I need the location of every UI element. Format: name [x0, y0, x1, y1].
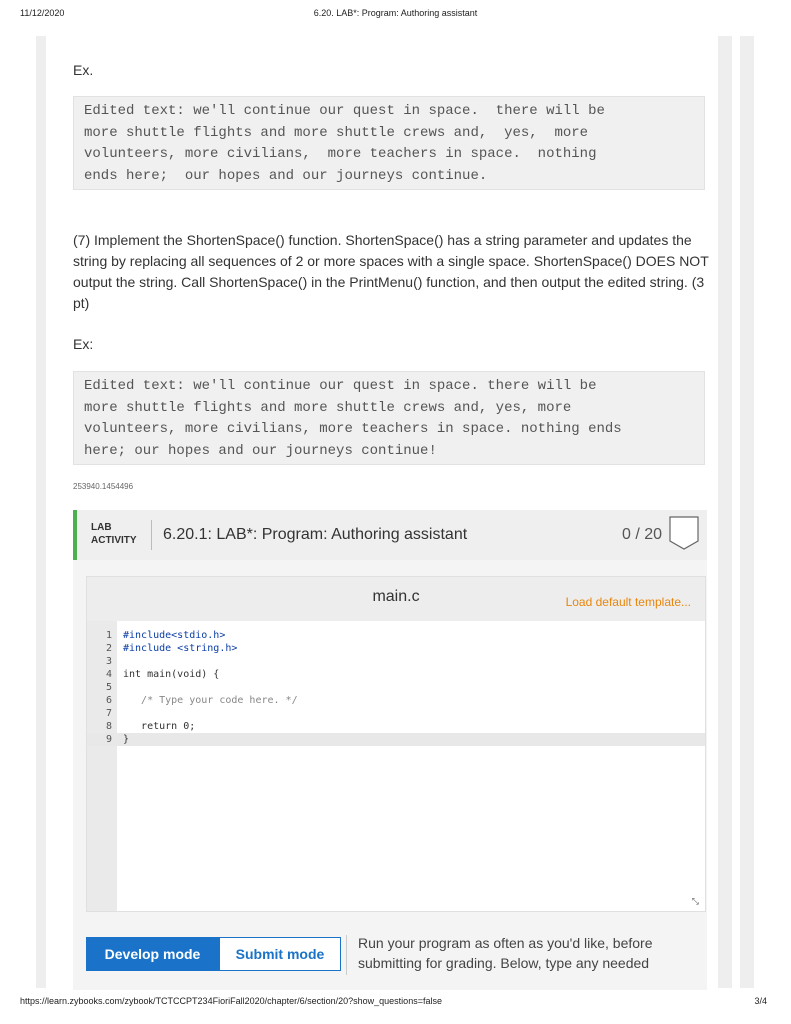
code-line[interactable]: 7: [87, 707, 705, 720]
run-instructions: Run your program as often as you'd like,…: [358, 935, 653, 971]
line-number: 7: [105, 708, 112, 719]
line-number: 3: [105, 656, 112, 667]
example-output-box: Edited text: we'll continue our quest in…: [73, 96, 705, 190]
line-number: 9: [105, 734, 112, 745]
print-url: https://learn.zybooks.com/zybook/TCTCCPT…: [20, 996, 442, 1006]
lab-title: 6.20.1: LAB*: Program: Authoring assista…: [163, 526, 468, 543]
right-page-gutter: [718, 36, 732, 988]
example-output-box: Edited text: we'll continue our quest in…: [73, 371, 705, 465]
line-text[interactable]: }: [123, 733, 129, 746]
line-text[interactable]: #include <string.h>: [123, 642, 237, 655]
line-number: 4: [105, 669, 112, 680]
line-text[interactable]: /* Type your code here. */: [123, 694, 298, 707]
code-line[interactable]: 6 /* Type your code here. */: [87, 694, 705, 707]
line-number: 2: [105, 643, 112, 654]
lab-tag-line: ACTIVITY: [91, 535, 137, 546]
code-editor[interactable]: main.c Load default template... 1 #includ…: [86, 576, 706, 912]
line-number: 8: [105, 721, 112, 732]
code-lines[interactable]: 1 #include<stdio.h> 2 #include <string.h> …: [87, 629, 705, 746]
header-divider: [151, 520, 152, 550]
code-line[interactable]: 8 return 0;: [87, 720, 705, 733]
code-token: #include <string.h>: [123, 643, 238, 654]
lab-activity: LAB ACTIVITY 6.20.1: LAB*: Program: Auth…: [73, 510, 707, 990]
code-line[interactable]: 5: [87, 681, 705, 694]
code-line-active[interactable]: 9}: [87, 733, 705, 746]
code-line[interactable]: 3: [87, 655, 705, 668]
line-number: 1: [105, 630, 112, 641]
line-text[interactable]: return 0;: [123, 720, 195, 733]
step-7-instructions: (7) Implement the ShortenSpace() functio…: [73, 232, 709, 311]
lab-score: 0 / 20: [622, 526, 663, 543]
lab-activity-header: LAB ACTIVITY 6.20.1: LAB*: Program: Auth…: [73, 510, 707, 560]
develop-mode-button[interactable]: Develop mode: [86, 937, 219, 971]
scrollbar-track[interactable]: [740, 36, 754, 988]
line-number: 6: [105, 695, 112, 706]
submit-mode-button[interactable]: Submit mode: [219, 937, 341, 971]
example-label: Ex:: [73, 336, 94, 352]
lab-activity-tag: LAB ACTIVITY: [91, 521, 137, 547]
content-id: 253940.1454496: [73, 482, 134, 491]
print-title: 6.20. LAB*: Program: Authoring assistant: [313, 8, 478, 18]
completion-badge-icon: [669, 516, 699, 550]
left-page-gutter: [36, 36, 46, 988]
code-comment: /* Type your code here. */: [123, 695, 298, 706]
resize-handle-icon[interactable]: ⤡: [692, 896, 699, 907]
print-page-number: 3/4: [754, 996, 767, 1006]
code-line[interactable]: 1 #include<stdio.h>: [87, 629, 705, 642]
code-line[interactable]: 4 int main(void) {: [87, 668, 705, 681]
print-footer: https://learn.zybooks.com/zybook/TCTCCPT…: [20, 996, 771, 1010]
code-line[interactable]: 2 #include <string.h>: [87, 642, 705, 655]
example-label: Ex.: [73, 62, 94, 78]
print-header: 11/12/2020 6.20. LAB*: Program: Authorin…: [20, 8, 771, 22]
line-text[interactable]: int main(void) {: [123, 668, 219, 681]
line-text[interactable]: #include<stdio.h>: [123, 629, 225, 642]
line-number: 5: [105, 682, 112, 693]
mode-toggle: Develop mode Submit mode: [86, 937, 341, 971]
lab-tag-line: LAB: [91, 522, 112, 533]
mode-divider: [346, 935, 347, 975]
load-default-template-link[interactable]: Load default template...: [566, 595, 691, 609]
editor-header: main.c Load default template...: [87, 577, 705, 621]
code-token: #include<stdio.h>: [123, 630, 226, 641]
